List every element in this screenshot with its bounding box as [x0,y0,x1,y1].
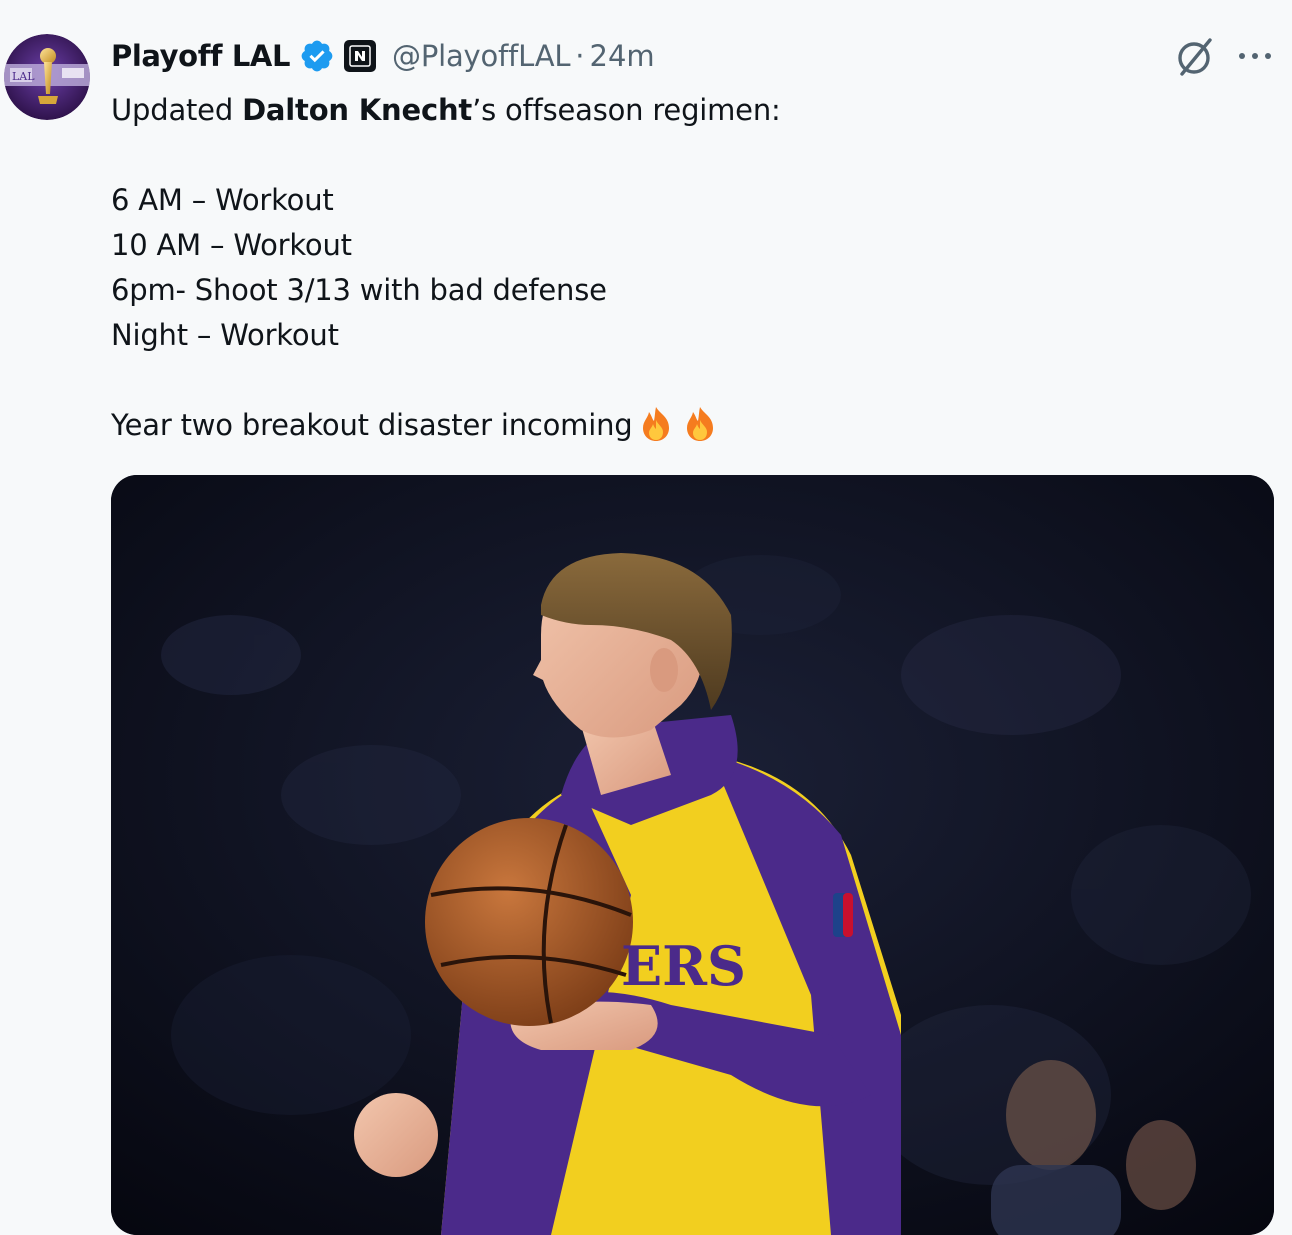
intro-suffix: ’s offseason regimen: [472,93,781,127]
schedule-line: 10 AM – Workout [111,228,352,262]
meta-separator: · [575,39,585,73]
closing-text: Year two breakout disaster incoming [111,408,633,442]
post-time[interactable]: 24m [590,39,655,73]
intro-line: Updated Dalton Knecht’s offseason regime… [111,88,1261,133]
grok-icon[interactable] [1174,36,1216,78]
schedule-line: 6 AM – Workout [111,183,334,217]
schedule-line: Night – Workout [111,318,339,352]
affiliate-badge-icon[interactable] [344,40,377,72]
avatar[interactable]: LAL [4,34,90,120]
mention-name: Dalton Knecht [242,93,473,127]
tweet-text: Updated Dalton Knecht’s offseason regime… [111,88,1261,448]
schedule-line: 6pm- Shoot 3/13 with bad defense [111,273,607,307]
closing-line: Year two breakout disaster incoming [111,403,1261,448]
fire-emoji-icon [680,404,720,444]
fire-emoji-icon [636,404,676,444]
intro-prefix: Updated [111,93,243,127]
author-handle[interactable]: @PlayoffLAL [392,39,570,73]
tweet[interactable]: LAL Playoff LAL @PlayoffLAL · 24m Update… [0,0,1292,1235]
svg-text:LAL: LAL [12,70,35,83]
verified-badge-icon[interactable] [299,38,335,74]
tweet-media-photo[interactable]: ERS [111,475,1274,1235]
more-icon[interactable] [1236,46,1274,66]
tweet-header: Playoff LAL @PlayoffLAL · 24m [111,34,655,78]
jersey-text: ERS [621,934,746,998]
author-name[interactable]: Playoff LAL [111,39,290,73]
